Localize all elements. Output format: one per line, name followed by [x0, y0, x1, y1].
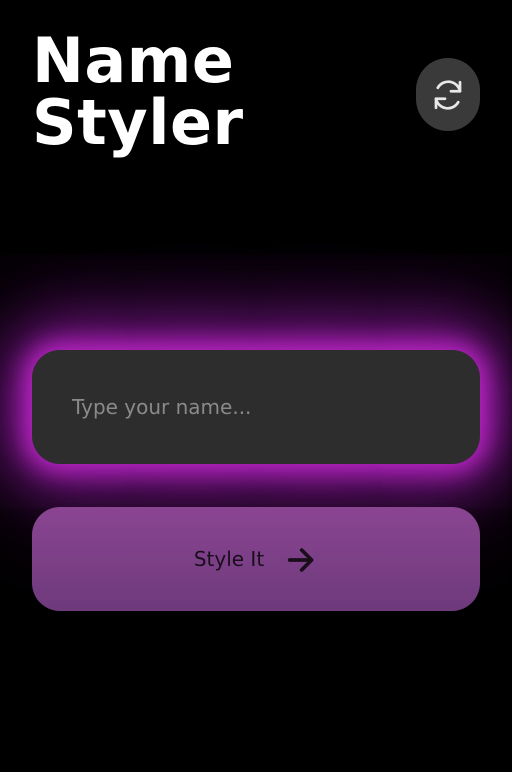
app-screen: Name Styler Style It	[0, 0, 512, 772]
name-input[interactable]	[32, 350, 480, 464]
arrow-right-icon	[287, 548, 314, 572]
refresh-button[interactable]	[416, 58, 480, 131]
name-input-container	[32, 350, 480, 464]
refresh-icon	[434, 79, 462, 110]
page-title: Name Styler	[32, 30, 244, 154]
title-line-1: Name	[32, 24, 235, 97]
title-line-2: Styler	[32, 86, 244, 159]
style-it-button[interactable]: Style It	[32, 507, 480, 611]
style-it-label: Style It	[193, 547, 265, 571]
